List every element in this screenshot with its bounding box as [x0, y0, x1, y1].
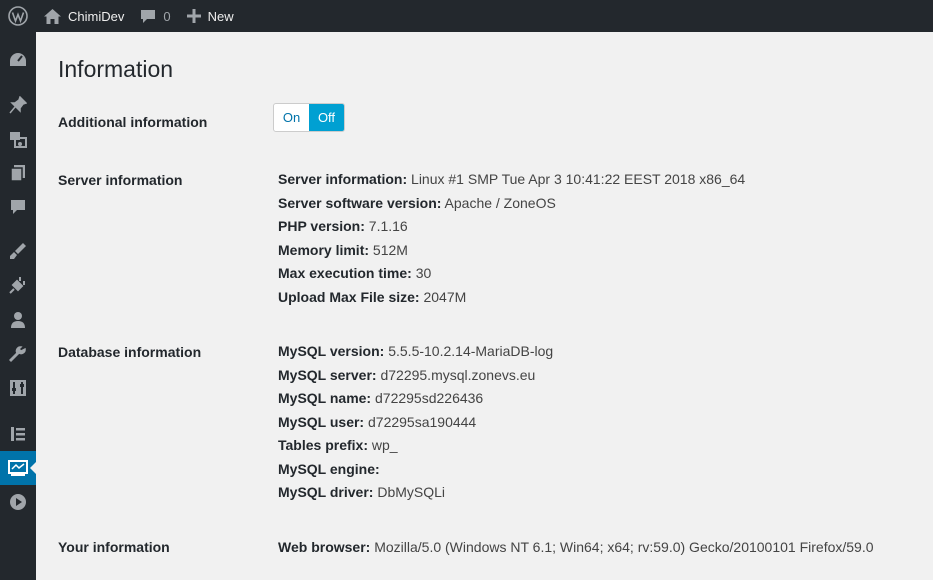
- field-row: Upload Max File size: 2047M: [278, 286, 745, 310]
- field-key: MySQL name:: [278, 390, 372, 406]
- field-row: PHP version: 7.1.16: [278, 215, 745, 239]
- your-information-fields: Web browser: Mozilla/5.0 (Windows NT 6.1…: [278, 536, 874, 560]
- field-value: 2047M: [423, 288, 467, 305]
- field-value: 7.1.16: [368, 218, 408, 234]
- page-title: Information: [58, 56, 174, 82]
- comments-icon[interactable]: [0, 190, 36, 224]
- field-row: Server information: Linux #1 SMP Tue Apr…: [278, 168, 745, 192]
- field-value: d72295sd226436: [375, 390, 484, 406]
- field-key: PHP version:: [278, 218, 365, 234]
- appearance-icon[interactable]: [0, 234, 36, 268]
- field-value: Apache / ZoneOS: [444, 194, 556, 211]
- field-row: MySQL user: d72295sa190444: [278, 411, 553, 435]
- field-key: Web browser:: [278, 539, 371, 555]
- field-row: Server software version: Apache / ZoneOS: [278, 192, 745, 216]
- field-row: Memory limit: 512M: [278, 239, 745, 263]
- users-icon[interactable]: [0, 303, 36, 337]
- plus-icon: [186, 9, 201, 23]
- your-information-label: Your information: [58, 539, 170, 555]
- field-value: DbMySQLi: [377, 484, 446, 500]
- field-key: MySQL server:: [278, 366, 377, 383]
- server-information-label: Server information: [58, 172, 183, 188]
- field-row: Tables prefix: wp_: [278, 434, 553, 458]
- site-name: ChimiDev: [68, 8, 125, 24]
- plugins-icon[interactable]: [0, 268, 36, 302]
- dashboard-icon[interactable]: [0, 43, 36, 77]
- comments-link[interactable]: 0: [132, 0, 178, 32]
- home-icon: [44, 8, 61, 24]
- tools-icon[interactable]: [0, 337, 36, 371]
- field-row: MySQL version: 5.5.5-10.2.14-MariaDB-log: [278, 340, 553, 364]
- admin-sidebar: [0, 32, 36, 580]
- field-value: Linux #1 SMP Tue Apr 3 10:41:22 EEST 201…: [411, 171, 746, 187]
- field-row: MySQL engine:: [278, 458, 553, 482]
- comments-count: 0: [163, 8, 171, 24]
- list-icon[interactable]: [0, 417, 36, 451]
- field-row: MySQL name: d72295sd226436: [278, 387, 553, 411]
- server-information-fields: Server information: Linux #1 SMP Tue Apr…: [278, 168, 745, 309]
- field-row: Max execution time: 30: [278, 262, 745, 286]
- field-key: MySQL engine:: [278, 460, 380, 477]
- new-label: New: [207, 8, 234, 24]
- field-key: Max execution time:: [278, 265, 412, 281]
- field-row: MySQL driver: DbMySQLi: [278, 481, 553, 505]
- play-icon[interactable]: [0, 485, 36, 519]
- main-content: Information Additional information On Of…: [36, 32, 933, 580]
- field-key: Memory limit:: [278, 241, 370, 258]
- new-content-link[interactable]: New: [179, 0, 242, 32]
- field-key: Tables prefix:: [278, 437, 368, 453]
- admin-bar: ChimiDev 0 New: [0, 0, 933, 32]
- comment-bubble-icon: [141, 9, 156, 23]
- field-key: Upload Max File size:: [278, 288, 420, 305]
- field-key: Server software version:: [278, 194, 442, 211]
- wordpress-logo-icon[interactable]: [0, 0, 36, 32]
- field-value: wp_: [371, 437, 398, 453]
- field-value: Mozilla/5.0 (Windows NT 6.1; Win64; x64;…: [374, 539, 874, 555]
- media-icon[interactable]: [0, 122, 36, 156]
- field-value: d72295sa190444: [368, 413, 477, 430]
- field-row: MySQL server: d72295.mysql.zonevs.eu: [278, 364, 553, 388]
- settings-icon[interactable]: [0, 371, 36, 405]
- toggle-on-button[interactable]: On: [274, 104, 309, 131]
- field-row: Web browser: Mozilla/5.0 (Windows NT 6.1…: [278, 536, 874, 560]
- site-name-link[interactable]: ChimiDev: [36, 0, 132, 32]
- database-information-label: Database information: [58, 344, 202, 360]
- additional-information-toggle[interactable]: On Off: [273, 103, 345, 132]
- info-icon[interactable]: [0, 451, 36, 485]
- field-key: Server information:: [278, 171, 408, 187]
- field-value: 30: [415, 265, 432, 281]
- field-value: 5.5.5-10.2.14-MariaDB-log: [388, 343, 554, 359]
- pages-icon[interactable]: [0, 156, 36, 190]
- field-key: MySQL version:: [278, 343, 385, 359]
- field-key: MySQL user:: [278, 413, 365, 430]
- field-value: 512M: [372, 241, 408, 258]
- pin-icon[interactable]: [0, 88, 36, 122]
- field-value: d72295.mysql.zonevs.eu: [380, 366, 536, 383]
- toggle-off-button[interactable]: Off: [309, 104, 344, 131]
- additional-information-label: Additional information: [58, 114, 208, 130]
- field-key: MySQL driver:: [278, 484, 374, 500]
- database-information-fields: MySQL version: 5.5.5-10.2.14-MariaDB-log…: [278, 340, 553, 505]
